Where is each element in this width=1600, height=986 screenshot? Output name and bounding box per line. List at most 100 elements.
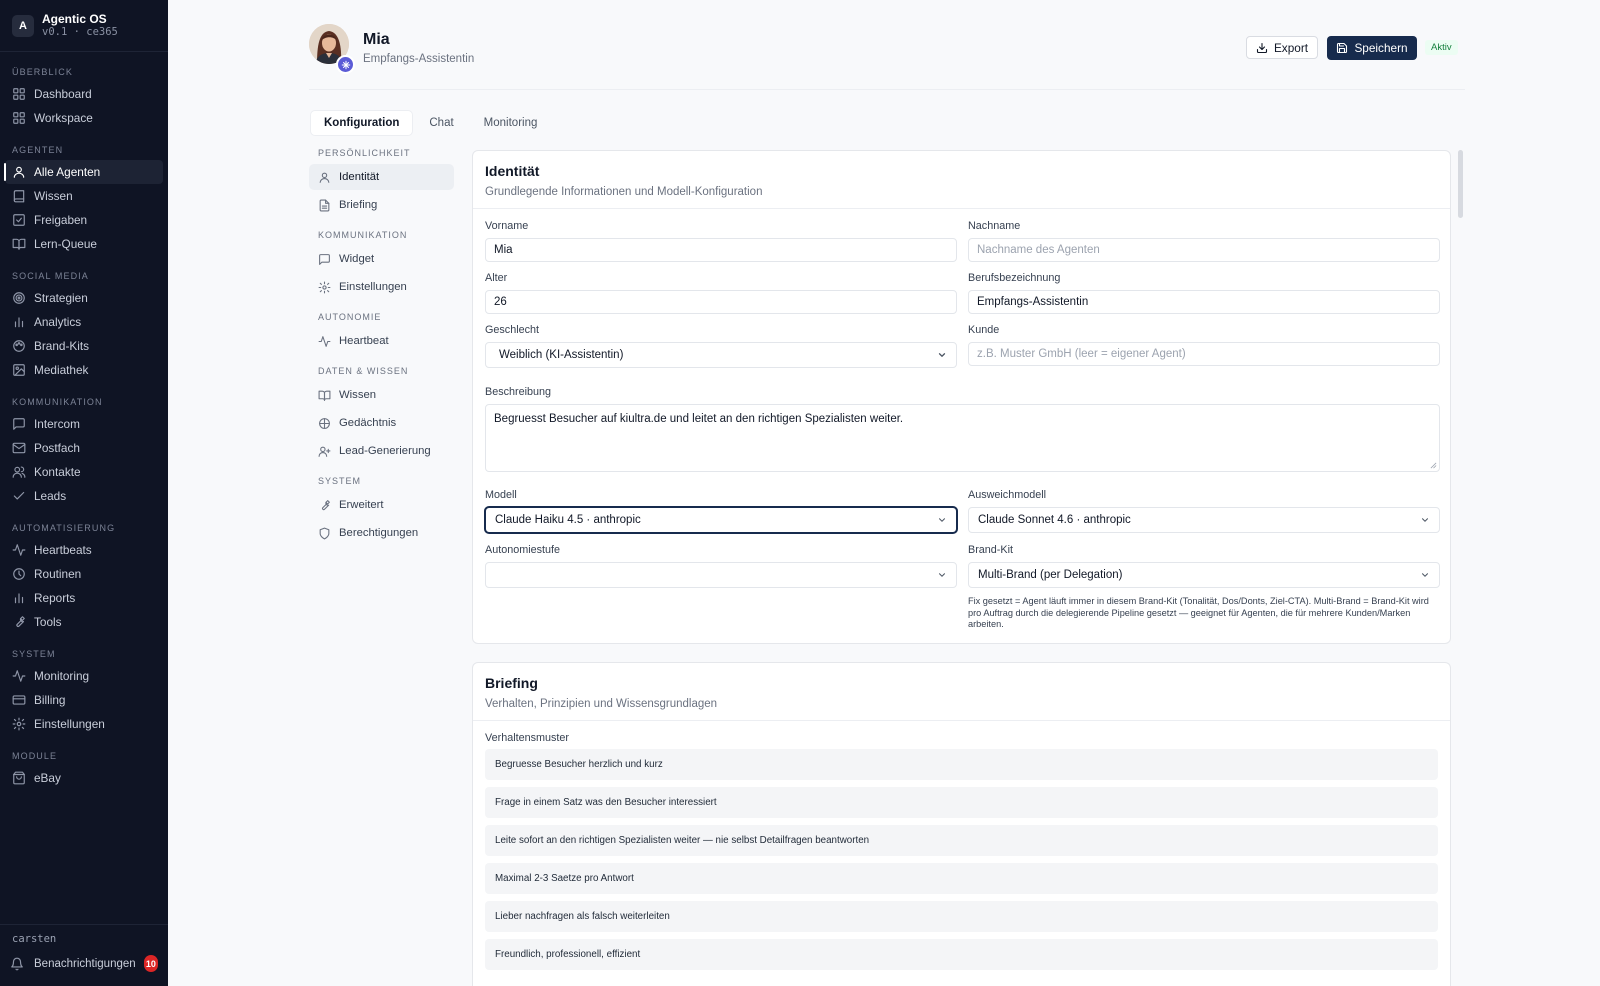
sidebar-item-routinen[interactable]: Routinen [5, 562, 163, 586]
fallback-model-select[interactable]: Claude Sonnet 4.6 · anthropic [968, 507, 1440, 533]
sidebar-item-wissen[interactable]: Wissen [5, 184, 163, 208]
subnav-item-identitat[interactable]: Identität [309, 164, 454, 190]
behavior-patterns-list: Begruesse Besucher herzlich und kurz Frag… [485, 749, 1438, 977]
subnav-item-einstellungen[interactable]: Einstellungen [309, 274, 454, 300]
sidebar-item-reports[interactable]: Reports [5, 586, 163, 610]
identity-card: Identität Grundlegende Informationen und… [472, 150, 1451, 644]
sidebar-section-kommunikation: KOMMUNIKATION Intercom Postfach Kontakte Lea… [0, 395, 168, 508]
sidebar-item-dashboard[interactable]: Dashboard [5, 82, 163, 106]
subnav-item-wissen[interactable]: Wissen [309, 382, 454, 408]
tab-chat[interactable]: Chat [416, 111, 466, 135]
sidebar-item-billing[interactable]: Billing [5, 688, 163, 712]
description-value: Begruesst Besucher auf kiultra.de und le… [494, 413, 904, 425]
save-button[interactable]: Speichern [1327, 36, 1417, 60]
briefing-card: Briefing Verhalten, Prinzipien und Wisse… [472, 662, 1451, 986]
gear-icon [12, 717, 26, 731]
sidebar-item-kontakte[interactable]: Kontakte [5, 460, 163, 484]
agent-role: Empfangs-Assistentin [363, 53, 475, 65]
sidebar-item-postfach[interactable]: Postfach [5, 436, 163, 460]
model-value: Claude Haiku 4.5 · anthropic [495, 514, 641, 526]
sidebar-item-ebay[interactable]: eBay [5, 766, 163, 790]
chevron-down-icon [1420, 515, 1430, 525]
behavior-pattern-item[interactable]: Lieber nachfragen als falsch weiterleite… [485, 901, 1438, 932]
subnav-item-lead-generierung[interactable]: Lead-Generierung [309, 438, 454, 464]
sidebar-item-label: eBay [34, 771, 61, 785]
sidebar-section-automatisierung: AUTOMATISIERUNG Heartbeats Routinen Reports… [0, 521, 168, 634]
activity-icon [12, 669, 26, 683]
bell-icon [10, 957, 24, 971]
sidebar-item-label: Lern-Queue [34, 237, 97, 251]
sidebar-item-intercom[interactable]: Intercom [5, 412, 163, 436]
sidebar-item-analytics[interactable]: Analytics [5, 310, 163, 334]
sidebar-item-freigaben[interactable]: Freigaben [5, 208, 163, 232]
model-label: Modell [485, 489, 517, 501]
behavior-pattern-item[interactable]: Begruesse Besucher herzlich und kurz [485, 749, 1438, 780]
last-name-input[interactable]: Nachname des Agenten [968, 238, 1440, 262]
sidebar-item-label: Analytics [34, 315, 82, 329]
activity-icon [318, 335, 331, 348]
behavior-pattern-item[interactable]: Maximal 2-3 Saetze pro Antwort [485, 863, 1438, 894]
export-button[interactable]: Export [1246, 36, 1318, 59]
subnav-item-label: Widget [339, 253, 375, 265]
resize-grip-icon[interactable] [1430, 462, 1437, 469]
description-textarea[interactable]: Begruesst Besucher auf kiultra.de und le… [485, 404, 1440, 472]
model-select[interactable]: Claude Haiku 4.5 · anthropic [485, 507, 957, 533]
sidebar-item-alle-agenten[interactable]: Alle Agenten [4, 160, 163, 184]
chevron-down-icon [937, 515, 947, 525]
current-user: carsten [12, 933, 57, 945]
subnav-item-label: Gedächtnis [339, 417, 397, 429]
notifications-link[interactable]: Benachrichtigungen 10 [0, 955, 168, 972]
chevron-down-icon [1420, 570, 1430, 580]
bar-chart-icon [12, 591, 26, 605]
age-input[interactable]: 26 [485, 290, 957, 314]
model-field: Modell Claude Haiku 4.5 · anthropic [485, 489, 957, 533]
sidebar-item-mediathek[interactable]: Mediathek [5, 358, 163, 382]
sidebar-item-einstellungen[interactable]: Einstellungen [5, 712, 163, 736]
sidebar-item-label: Postfach [34, 441, 80, 455]
sidebar-item-leads[interactable]: Leads [5, 484, 163, 508]
subnav-item-widget[interactable]: Widget [309, 246, 454, 272]
briefing-subtitle: Verhalten, Prinzipien und Wissensgrundla… [485, 698, 718, 710]
tab-monitoring[interactable]: Monitoring [471, 111, 551, 135]
sidebar-item-tools[interactable]: Tools [5, 610, 163, 634]
tab-bar: Konfiguration Chat Monitoring [311, 111, 554, 135]
behavior-pattern-item[interactable]: Frage in einem Satz was den Besucher int… [485, 787, 1438, 818]
brand[interactable]: A Agentic OS v0.1 · ce365 [0, 0, 168, 52]
subnav-item-label: Identität [339, 171, 380, 183]
sidebar-item-monitoring[interactable]: Monitoring [5, 664, 163, 688]
job-title-input[interactable]: Empfangs-Assistentin [968, 290, 1440, 314]
subnav-item-heartbeat[interactable]: Heartbeat [309, 328, 454, 354]
agent-avatar-wrap[interactable] [309, 24, 355, 74]
sidebar-item-workspace[interactable]: Workspace [5, 106, 163, 130]
gender-select[interactable]: Weiblich (KI-Assistentin) [485, 342, 957, 368]
behavior-pattern-item[interactable]: Leite sofort an den richtigen Spezialist… [485, 825, 1438, 856]
autonomy-field: Autonomiestufe [485, 544, 957, 588]
customer-input[interactable]: z.B. Muster GmbH (leer = eigener Agent) [968, 342, 1440, 366]
autonomy-select[interactable] [485, 562, 957, 588]
sidebar-item-heartbeats[interactable]: Heartbeats [5, 538, 163, 562]
tab-konfiguration[interactable]: Konfiguration [311, 111, 413, 135]
sidebar-section-social-media: SOCIAL MEDIA Strategien Analytics Brand-Kit… [0, 269, 168, 382]
chevron-down-icon [937, 350, 947, 360]
brand-kit-label: Brand-Kit [968, 544, 1014, 556]
sidebar-item-label: Heartbeats [34, 543, 92, 557]
subnav-item-erweitert[interactable]: Erweitert [309, 492, 454, 518]
behavior-pattern-item[interactable]: Freundlich, professionell, effizient [485, 939, 1438, 970]
sidebar-item-label: Monitoring [34, 669, 90, 683]
subnav-item-gedachtnis[interactable]: Gedächtnis [309, 410, 454, 436]
sidebar-item-label: Wissen [34, 189, 73, 203]
sidebar-heading: ÜBERBLICK [12, 67, 73, 77]
chevron-down-icon [937, 570, 947, 580]
sidebar-item-strategien[interactable]: Strategien [5, 286, 163, 310]
content-scrollbar[interactable] [1458, 150, 1463, 218]
sidebar-item-label: Tools [34, 615, 62, 629]
sidebar-item-lern-queue[interactable]: Lern-Queue [5, 232, 163, 256]
subnav-heading: SYSTEM [318, 476, 362, 486]
first-name-input[interactable]: Mia [485, 238, 957, 262]
subnav-item-briefing[interactable]: Briefing [309, 192, 454, 218]
sidebar-item-brand-kits[interactable]: Brand-Kits [5, 334, 163, 358]
subnav-item-berechtigungen[interactable]: Berechtigungen [309, 520, 454, 546]
sidebar-section-system: SYSTEM Monitoring Billing Einstellungen [0, 647, 168, 736]
brand-kit-select[interactable]: Multi-Brand (per Delegation) [968, 562, 1440, 588]
last-name-label: Nachname [968, 220, 1021, 232]
